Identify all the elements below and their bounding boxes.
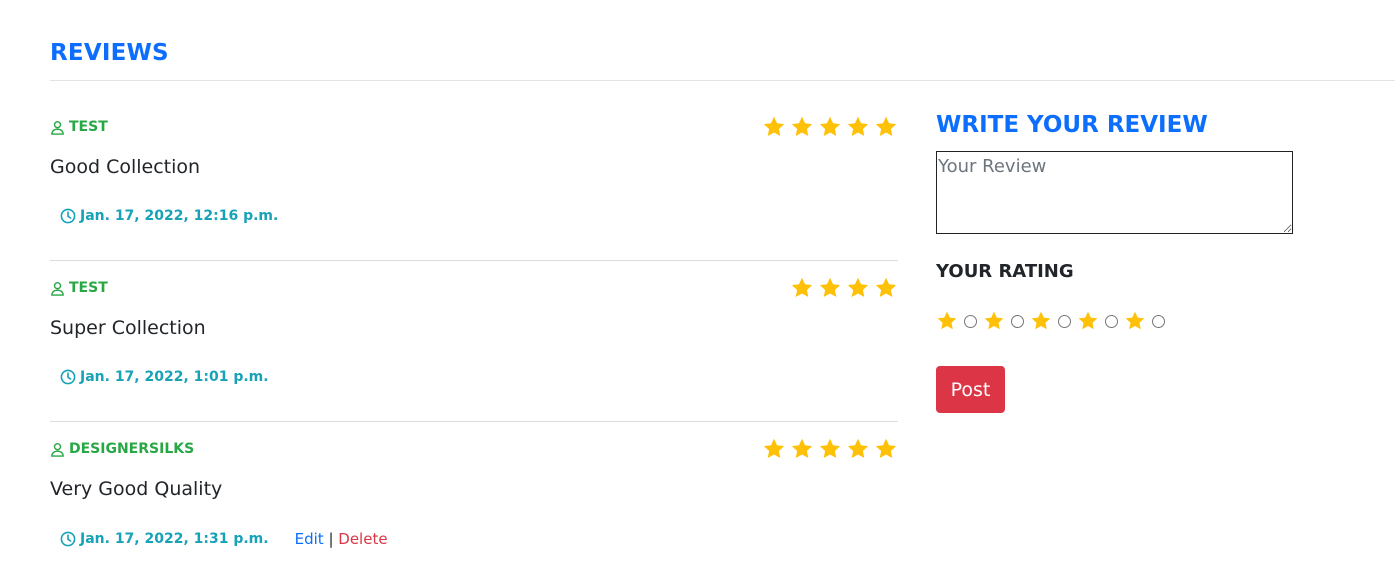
review-date: Jan. 17, 2022, 1:31 p.m. [60, 531, 269, 547]
action-separator: | [328, 530, 334, 548]
heading-divider [50, 80, 1395, 81]
review-text: Good Collection [50, 156, 201, 178]
review-author: TEST [50, 119, 108, 135]
clock-icon [60, 369, 76, 385]
user-icon [50, 120, 65, 135]
review-meta: Jan. 17, 2022, 12:16 p.m. [60, 208, 278, 224]
star-icon [936, 310, 958, 332]
reviews-heading: REVIEWS [50, 40, 169, 66]
review-text: Very Good Quality [50, 478, 223, 500]
rating-radio[interactable] [1152, 314, 1165, 328]
review-date-text: Jan. 17, 2022, 12:16 p.m. [80, 208, 279, 224]
user-icon [50, 442, 65, 457]
review-date-text: Jan. 17, 2022, 1:31 p.m. [80, 531, 269, 547]
review-author: TEST [50, 280, 108, 296]
rating-radio[interactable] [964, 314, 977, 328]
rating-selector [936, 310, 1171, 332]
star-icon [1124, 310, 1146, 332]
star-icon [818, 276, 842, 300]
review-author-name: TEST [69, 280, 108, 296]
rating-option[interactable] [983, 310, 1024, 332]
star-icon [874, 115, 898, 139]
review-item: DESIGNERSILKS Very Good Quality Jan. 17,… [50, 422, 898, 583]
write-review-heading: WRITE YOUR REVIEW [936, 112, 1208, 138]
review-author: DESIGNERSILKS [50, 441, 194, 457]
star-icon [790, 276, 814, 300]
reviews-list: TEST Good Collection Jan. 17, 2022, 12:1… [50, 100, 898, 583]
rating-radio[interactable] [1105, 314, 1118, 328]
user-icon [50, 281, 65, 296]
rating-radio[interactable] [1058, 314, 1071, 328]
review-text: Super Collection [50, 317, 206, 339]
star-icon [818, 115, 842, 139]
rating-radio[interactable] [1011, 314, 1024, 328]
review-stars [762, 437, 898, 461]
review-date-text: Jan. 17, 2022, 1:01 p.m. [80, 369, 269, 385]
edit-link[interactable]: Edit [295, 530, 324, 548]
write-review-panel: WRITE YOUR REVIEW YOUR RATING Post [936, 112, 1336, 413]
star-icon [846, 437, 870, 461]
clock-icon [60, 531, 76, 547]
review-author-name: DESIGNERSILKS [69, 441, 195, 457]
rating-option[interactable] [1077, 310, 1118, 332]
star-icon [762, 115, 786, 139]
post-button[interactable]: Post [936, 366, 1005, 413]
clock-icon [60, 208, 76, 224]
star-icon [1077, 310, 1099, 332]
rating-option[interactable] [1124, 310, 1165, 332]
review-author-name: TEST [69, 119, 108, 135]
review-meta: Jan. 17, 2022, 1:01 p.m. [60, 369, 269, 385]
delete-link[interactable]: Delete [338, 530, 387, 548]
review-date: Jan. 17, 2022, 1:01 p.m. [60, 369, 269, 385]
review-date: Jan. 17, 2022, 12:16 p.m. [60, 208, 278, 224]
star-icon [874, 276, 898, 300]
review-stars [762, 115, 898, 139]
rating-label: YOUR RATING [936, 261, 1074, 282]
star-icon [790, 437, 814, 461]
review-meta: Jan. 17, 2022, 1:31 p.m. Edit | Delete [60, 530, 388, 548]
star-icon [846, 276, 870, 300]
star-icon [983, 310, 1005, 332]
review-stars [790, 276, 898, 300]
rating-option[interactable] [1030, 310, 1071, 332]
star-icon [874, 437, 898, 461]
star-icon [1030, 310, 1052, 332]
star-icon [818, 437, 842, 461]
review-item: TEST Super Collection Jan. 17, 2022, 1:0… [50, 261, 898, 422]
review-item: TEST Good Collection Jan. 17, 2022, 12:1… [50, 100, 898, 261]
rating-option[interactable] [936, 310, 977, 332]
star-icon [790, 115, 814, 139]
star-icon [846, 115, 870, 139]
star-icon [762, 437, 786, 461]
review-actions: Edit | Delete [295, 530, 388, 548]
review-textarea[interactable] [936, 151, 1293, 234]
